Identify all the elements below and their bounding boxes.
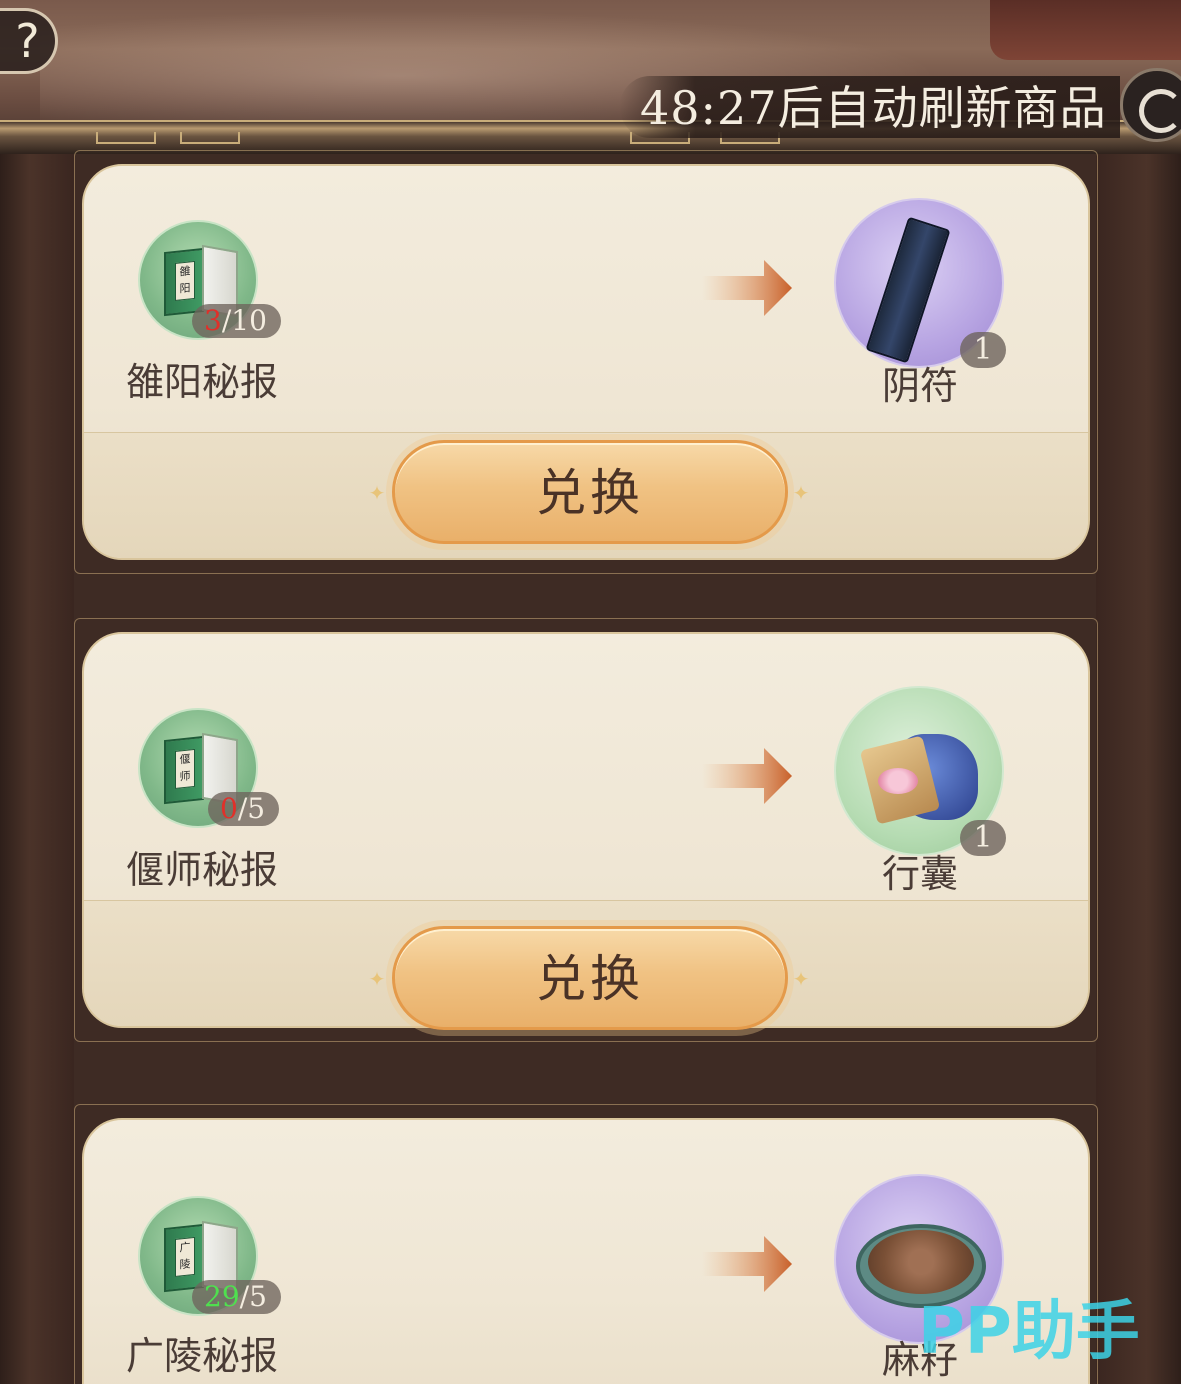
cost-item-name: 偃师秘报	[126, 848, 279, 892]
cost-item-name: 雒阳秘报	[126, 360, 279, 404]
exchange-button[interactable]: 兑换	[392, 926, 788, 1030]
exchange-card: 偃师 0/5 偃师秘报 1 行囊 ✦ ✦ 兑换	[74, 618, 1098, 1042]
reward-item-name: 行囊	[882, 852, 959, 896]
bundle-icon	[859, 724, 980, 825]
exchange-button[interactable]: 兑换	[392, 440, 788, 544]
chest-decoration	[990, 0, 1181, 60]
cost-count: 0/5	[208, 792, 280, 826]
arrow-right-icon	[702, 1236, 792, 1292]
arrow-right-icon	[702, 748, 792, 804]
reward-quantity: 1	[960, 820, 1006, 856]
sparkle-icon: ✦	[368, 481, 386, 505]
cost-count: 3/10	[192, 304, 281, 338]
watermark: PP助手	[918, 1295, 1140, 1369]
sparkle-icon: ✦	[792, 967, 810, 991]
talisman-icon	[865, 216, 951, 364]
reward-item-name: 阴符	[882, 364, 959, 408]
cost-item-name: 广陵秘报	[126, 1334, 279, 1378]
sparkle-icon: ✦	[368, 967, 386, 991]
reward-quantity: 1	[960, 332, 1006, 368]
left-pillar	[0, 154, 74, 1384]
arrow-right-icon	[702, 260, 792, 316]
cost-count: 29/5	[192, 1280, 281, 1314]
refresh-timer-text: 48:27后自动刷新商品	[640, 81, 1107, 135]
exchange-card: 雒阳 3/10 雒阳秘报 1 阴符 ✦ ✦ 兑换	[74, 150, 1098, 574]
sparkle-icon: ✦	[792, 481, 810, 505]
right-pillar	[1096, 154, 1181, 1384]
